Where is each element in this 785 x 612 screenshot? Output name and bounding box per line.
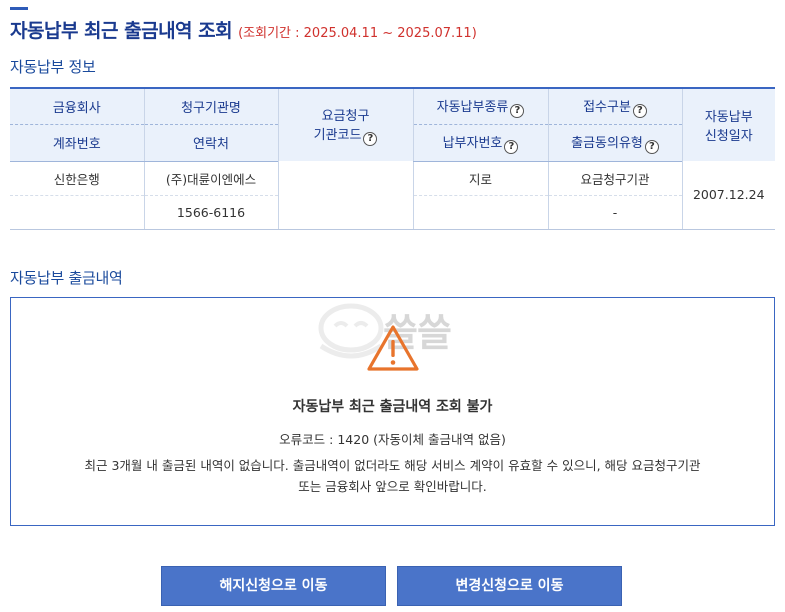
notice-title: 자동납부 최근 출금내역 조회 불가	[292, 399, 493, 415]
help-icon[interactable]: ?	[644, 139, 659, 154]
help-icon[interactable]: ?	[504, 139, 519, 154]
error-code: 오류코드 : 1420 (자동이체 출금내역 없음)	[279, 432, 506, 447]
col-receipt-type: 접수구분?	[547, 87, 682, 125]
col-consent-type: 출금동의유형?	[547, 124, 682, 162]
cell-receipt-type: 요금청구기관	[547, 161, 682, 196]
section-title-info: 자동납부 정보	[10, 58, 96, 76]
notice-message-line1: 최근 3개월 내 출금된 내역이 없습니다. 출금내역이 없더라도 해당 서비스…	[84, 458, 701, 473]
page-title-text: 자동납부 최근 출금내역 조회	[10, 20, 233, 42]
col-account-no: 계좌번호	[10, 124, 144, 162]
col-biller-code-line1: 요금청구	[321, 108, 370, 124]
cell-biller-code	[277, 161, 413, 230]
cell-payer-no	[412, 195, 548, 230]
help-icon[interactable]: ?	[632, 103, 647, 118]
help-icon[interactable]: ?	[363, 131, 378, 146]
cancel-application-button[interactable]: 해지신청으로 이동	[161, 566, 386, 606]
col-payment-type-label: 자동납부종류	[436, 99, 509, 115]
title-accent-bar	[10, 7, 28, 10]
col-contact: 연락처	[143, 124, 278, 162]
col-apply-date-line2: 신청일자	[704, 129, 753, 144]
col-payment-type: 자동납부종류?	[412, 87, 548, 125]
col-biller-code-line2: 기관코드	[313, 127, 362, 143]
col-payer-no: 납부자번호?	[412, 124, 548, 162]
change-application-button[interactable]: 변경신청으로 이동	[397, 566, 622, 606]
notice-message-line2: 또는 금융회사 앞으로 확인바랍니다.	[298, 479, 487, 494]
warning-triangle-icon	[367, 325, 419, 371]
cell-apply-date: 2007.12.24	[681, 161, 775, 230]
section-title-history: 자동납부 출금내역	[10, 269, 123, 287]
cell-consent-type: -	[547, 195, 682, 230]
col-biller-code: 요금청구기관코드?	[277, 87, 413, 161]
col-receipt-type-label: 접수구분	[583, 99, 631, 115]
cell-contact: 1566-6116	[143, 195, 278, 230]
cell-payment-type: 지로	[412, 161, 548, 196]
help-icon[interactable]: ?	[510, 103, 525, 118]
col-apply-date-line1: 자동납부	[704, 110, 753, 125]
col-bank: 금융회사	[10, 87, 144, 125]
page-title: 자동납부 최근 출금내역 조회 (조회기간 : 2025.04.11 ~ 2025…	[10, 16, 477, 43]
auto-payment-info-table: 금융회사 청구기관명 요금청구기관코드? 자동납부종류? 접수구분? 자동납부신…	[10, 87, 775, 230]
cell-biller-name: (주)대륜이엔에스	[143, 161, 278, 196]
col-payer-no-label: 납부자번호	[442, 135, 503, 151]
col-apply-date: 자동납부신청일자	[681, 87, 775, 161]
cell-account-no	[10, 195, 144, 230]
cell-bank: 신한은행	[10, 161, 144, 196]
query-period: (조회기간 : 2025.04.11 ~ 2025.07.11)	[238, 26, 477, 41]
notice-box: 쓸쓸 자동납부 최근 출금내역 조회 불가 오류코드 : 1420 (자동이체 …	[10, 297, 775, 526]
col-biller-name: 청구기관명	[143, 87, 278, 125]
col-consent-type-label: 출금동의유형	[571, 135, 643, 151]
